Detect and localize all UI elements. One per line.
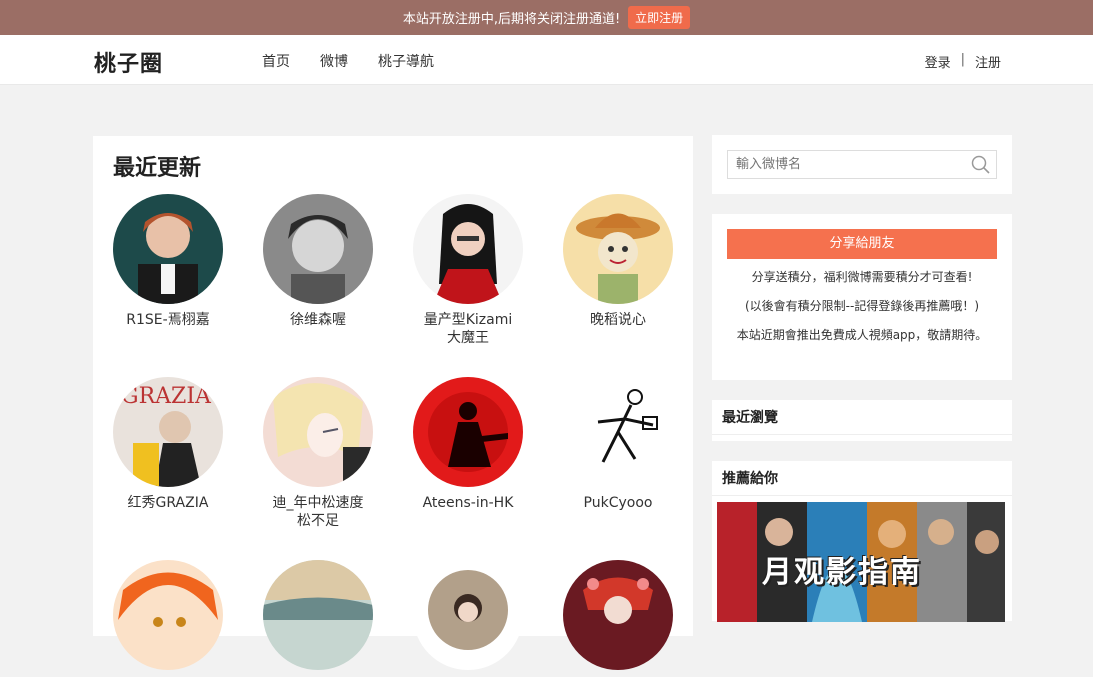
profile-card[interactable]: 晚稻说心 [563,194,673,329]
profile-avatar[interactable] [563,560,673,670]
recommended-title: 推薦給你 [712,461,1012,496]
auth-separator: | [960,52,965,67]
profile-card[interactable]: Ateens-in-HK [413,377,523,512]
announcement-message: 本站开放注册中,后期将关闭注册通道! [402,12,621,27]
profile-card[interactable]: GRAZIA 红秀GRAZIA [113,377,223,512]
auth-links: 登录 | 注册 [925,52,1001,71]
profile-avatar[interactable] [413,194,523,304]
site-header: 桃子圈 首页 微博 桃子導航 登录 | 注册 [0,35,1093,85]
nav-item-home[interactable]: 首页 [262,51,290,71]
announcement-bar: 本站开放注册中,后期将关闭注册通道! 立即注册 [0,0,1093,35]
profile-name[interactable]: 量产型Kizami大魔王 [413,311,523,347]
profile-avatar[interactable] [113,560,223,670]
profile-avatar[interactable]: GRAZIA [113,377,223,487]
share-panel: 分享給朋友 分享送積分，福利微博需要積分才可查看! (以後會有積分限制--記得登… [712,214,1012,380]
recent-updates-panel: 最近更新 R1SE-焉栩嘉 徐维森喔 量产型Kizami大魔王 晚稻说心 GRA… [93,136,693,670]
profile-name[interactable]: 迪_年中松速度松不足 [263,494,373,530]
nav-item-weibo[interactable]: 微博 [320,51,348,71]
recently-viewed-panel: 最近瀏覽 [712,400,1012,441]
search-input[interactable] [727,150,997,179]
share-info-line: 本站近期會推出免費成人視頻app，敬請期待。 [736,328,988,342]
register-link[interactable]: 注册 [975,52,1001,71]
page-title: 最近更新 [113,156,202,181]
login-link[interactable]: 登录 [925,52,951,71]
site-logo[interactable]: 桃子圈 [94,46,163,78]
profile-avatar[interactable] [413,560,523,670]
search-icon[interactable] [971,155,991,175]
profile-avatar[interactable] [113,194,223,304]
recommended-panel: 推薦給你 月观影指南 [712,461,1012,622]
profile-card[interactable]: 迪_年中松速度松不足 [263,377,373,530]
profile-name[interactable]: 徐维森喔 [263,311,373,329]
recently-viewed-title: 最近瀏覽 [712,400,1012,435]
profile-name[interactable]: R1SE-焉栩嘉 [113,311,223,329]
profile-name[interactable]: 晚稻说心 [563,311,673,329]
recommend-banner-title: 月观影指南 [762,555,922,590]
profile-name[interactable]: Ateens-in-HK [413,494,523,512]
profile-name[interactable]: 红秀GRAZIA [113,494,223,512]
profile-avatar[interactable] [263,377,373,487]
svg-text:GRAZIA: GRAZIA [121,384,212,409]
share-to-friends-button[interactable]: 分享給朋友 [727,229,997,259]
profile-card[interactable]: 量产型Kizami大魔王 [413,194,523,347]
profile-avatar[interactable] [563,194,673,304]
profile-avatar[interactable] [263,194,373,304]
register-now-button[interactable]: 立即注册 [628,6,691,29]
main-nav: 首页 微博 桃子導航 [262,51,434,71]
search-panel [712,135,1012,194]
share-info-line: (以後會有積分限制--記得登錄後再推薦哦！) [744,299,980,313]
profile-card[interactable]: PukCyooo [563,377,673,512]
profile-card[interactable]: 徐维森喔 [263,194,373,329]
profile-avatar[interactable] [563,377,673,487]
profile-avatar[interactable] [263,560,373,670]
profile-name[interactable]: PukCyooo [563,494,673,512]
profile-card[interactable]: R1SE-焉栩嘉 [113,194,223,329]
profile-avatar[interactable] [413,377,523,487]
share-info-line: 分享送積分，福利微博需要積分才可查看! [751,270,973,284]
nav-item-navigation[interactable]: 桃子導航 [378,51,434,71]
